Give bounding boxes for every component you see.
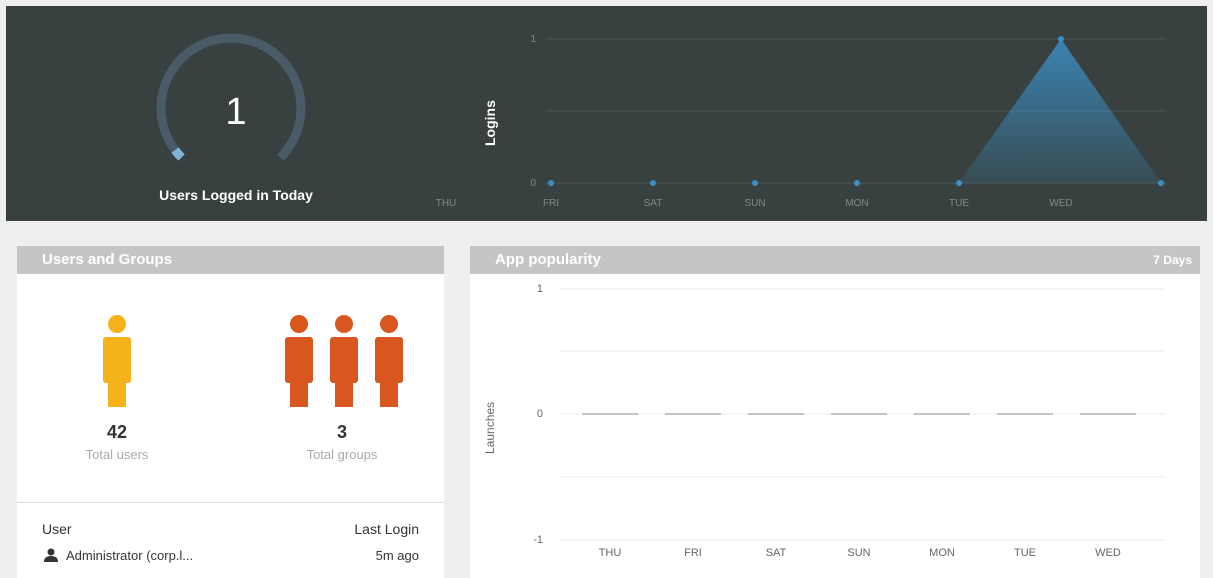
logins-xtick-wed: WED [1049,198,1072,209]
app-bar-wed [1080,413,1136,415]
row-user-name: Administrator (corp.l... [66,548,194,563]
user-icon [103,315,131,407]
app-xtick-sat: SAT [766,547,787,559]
total-users-label: Total users [85,447,149,462]
app-xtick-fri: FRI [684,547,702,559]
app-bar-sun [831,413,887,415]
logins-point-mon [854,180,860,186]
divider [17,502,444,503]
app-popularity-card: App popularity 7 Days 1 0 -1 Launches TH… [470,246,1200,578]
logins-xtick-mon: MON [845,198,868,209]
app-bar-tue [997,413,1053,415]
app-xtick-thu: THU [599,547,622,559]
logins-point-sat [650,180,656,186]
app-bar-mon [914,413,970,415]
row-last-login: 5m ago [375,548,419,563]
app-ytick-1: 1 [537,283,543,295]
logins-xtick-tue: TUE [949,198,969,209]
logins-point-sun [752,180,758,186]
logins-ytick-0: 0 [530,178,536,189]
total-groups-value: 3 [336,422,347,442]
app-bar-thu [582,413,638,415]
launches-axis-title: Launches [483,402,497,454]
app-popularity-chart: 1 0 -1 Launches THU FRI SAT SUN MON TUE WED [483,283,1165,559]
app-ytick-neg1: -1 [533,534,543,546]
user-column-header: User [42,521,72,537]
app-xtick-tue: TUE [1014,547,1036,559]
logins-chart: 1 0 THU FRI SAT SUN MON TUE WED [436,34,1166,209]
logins-point-wed [1058,36,1064,42]
logins-xtick-sat: SAT [644,198,663,209]
logins-xtick-thu: THU [436,198,457,209]
users-and-groups-card: Users and Groups 42 Total users 3 Total … [17,246,444,578]
logins-point-fri [548,180,554,186]
person-icon [44,548,58,562]
last-login-column-header: Last Login [354,521,419,537]
app-bar-fri [665,413,721,415]
logins-xtick-fri: FRI [543,198,559,209]
app-xtick-sun: SUN [847,547,870,559]
logins-ytick-1: 1 [530,34,536,45]
logins-point-thu [1158,180,1164,186]
dashboard-summary-panel: 1 Users Logged in Today Logins 1 0 THU FR… [6,6,1207,221]
app-popularity-header: App popularity 7 Days [470,246,1200,274]
total-groups-label: Total groups [306,447,378,462]
logins-point-tue [956,180,962,186]
total-users-value: 42 [106,422,128,442]
app-ytick-0: 0 [537,408,543,420]
group-icon [285,315,403,407]
range-selector[interactable]: 7 Days [1153,246,1192,274]
app-popularity-title: App popularity [495,251,601,268]
logins-xtick-sun: SUN [744,198,765,209]
app-xtick-wed: WED [1095,547,1121,559]
users-and-groups-header: Users and Groups [17,246,444,274]
app-bar-sat [748,413,804,415]
app-xtick-mon: MON [929,547,955,559]
users-and-groups-title: Users and Groups [42,251,173,268]
